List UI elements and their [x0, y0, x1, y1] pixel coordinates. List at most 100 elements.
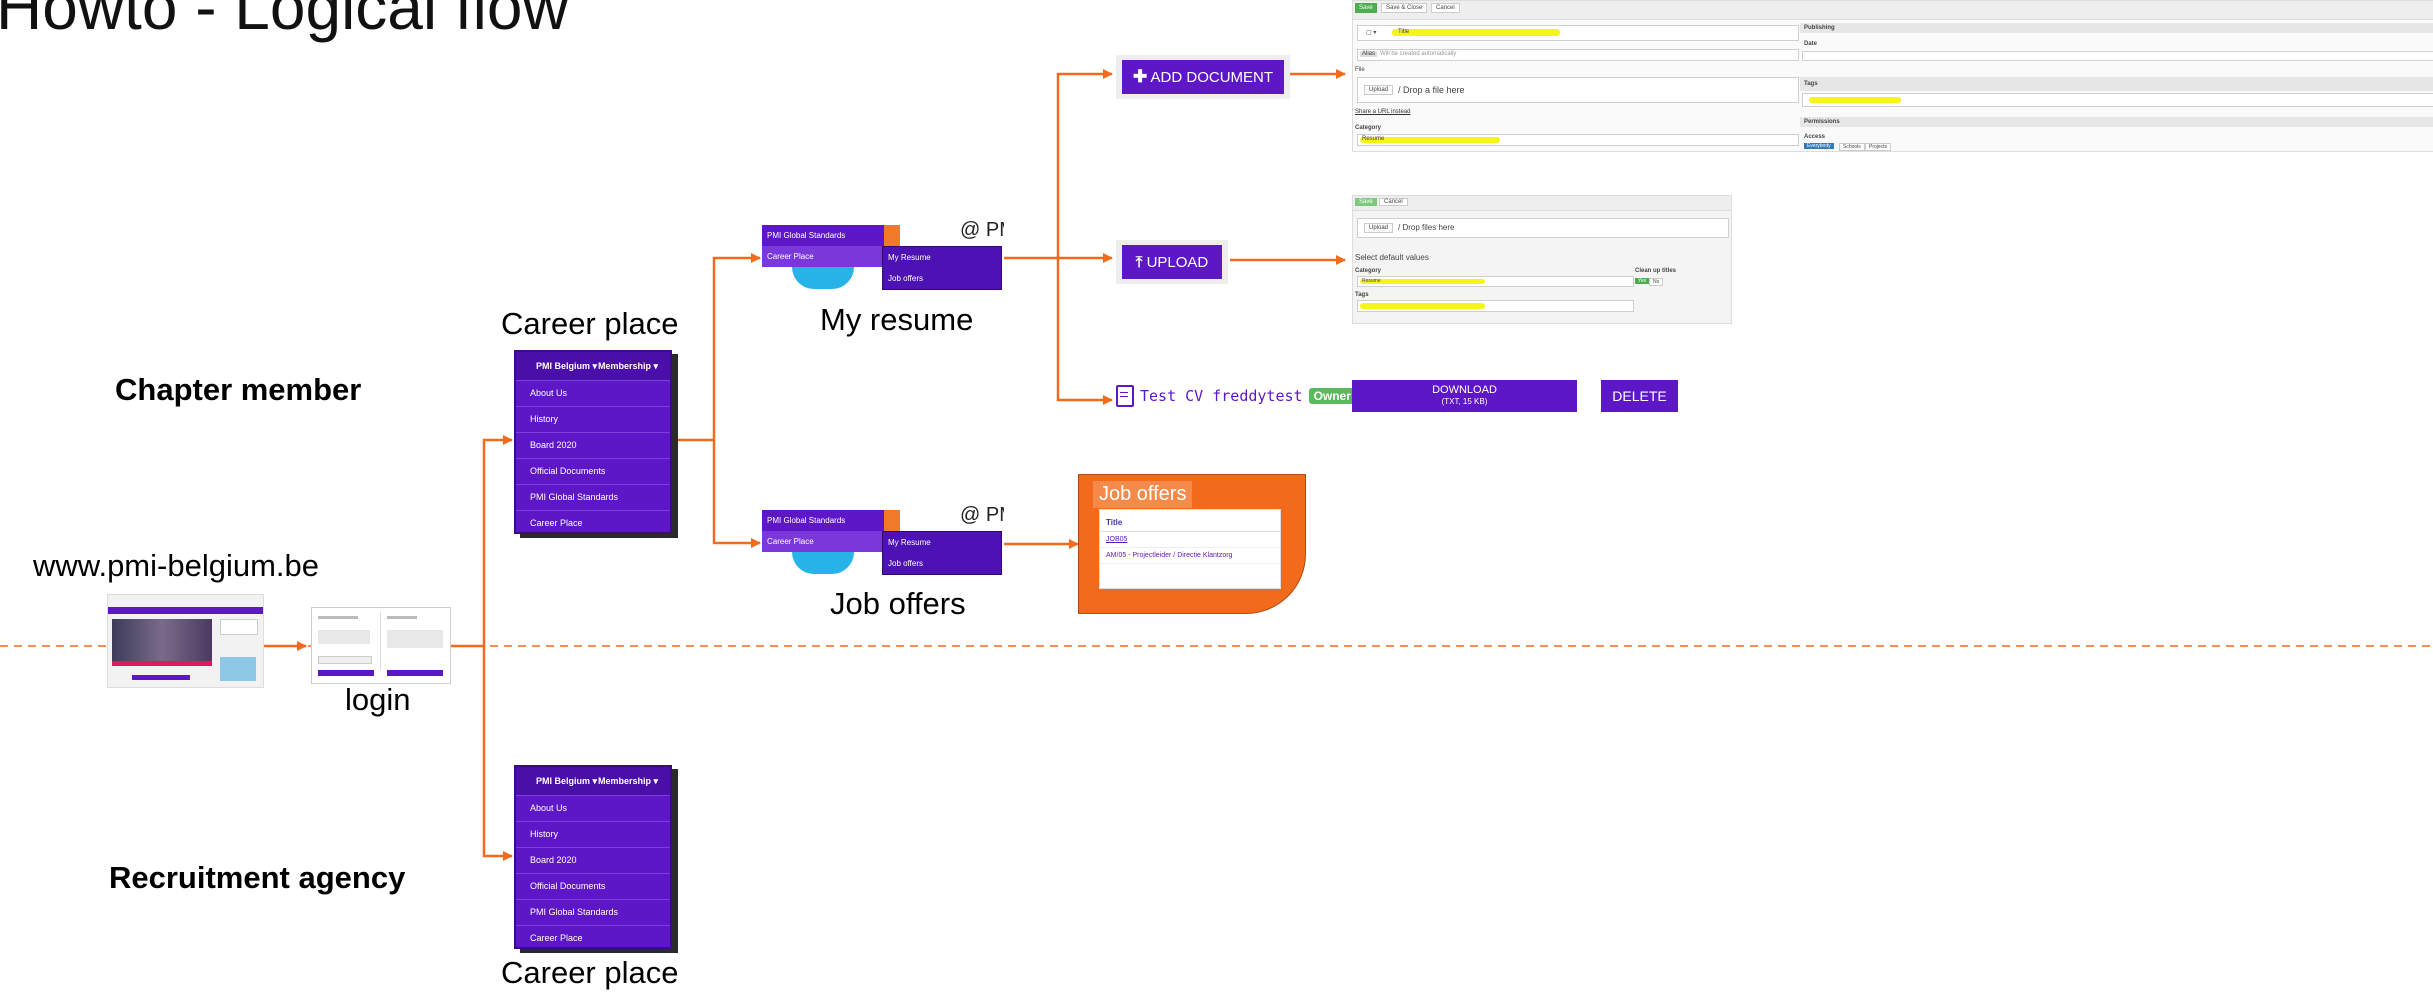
job-offer-row[interactable]: AM/05 - Projectleider / Directie Klantzo…	[1100, 548, 1280, 564]
role-recruitment-agency: Recruitment agency	[109, 860, 406, 895]
upload-wrap: ⤒ UPLOAD	[1116, 240, 1228, 284]
submenu-global-standards[interactable]: PMI Global Standards	[762, 510, 884, 531]
submenu-my-resume-item[interactable]: My Resume	[883, 532, 1001, 553]
cancel-button[interactable]: Cancel	[1431, 3, 1460, 13]
date-field[interactable]	[1802, 51, 2433, 61]
cleanup-yes[interactable]: Yes	[1635, 278, 1650, 284]
alias-placeholder: Will be created automatically	[1380, 51, 1457, 57]
nav-item-history[interactable]: History	[516, 406, 670, 432]
submenu-career-place[interactable]: Career Place	[762, 531, 884, 552]
nav-item-official-documents[interactable]: Official Documents	[516, 873, 670, 899]
save-button[interactable]: Save	[1355, 3, 1377, 13]
upload-label: UPLOAD	[1146, 253, 1209, 271]
nav-item-official-documents[interactable]: Official Documents	[516, 458, 670, 484]
owner-badge: Owner	[1308, 388, 1356, 404]
file-label: File	[1355, 67, 1365, 73]
file-link[interactable]: Test CV freddytest	[1140, 387, 1303, 405]
website-thumbnail	[107, 594, 264, 688]
nav-item-board[interactable]: Board 2020	[516, 847, 670, 873]
form-toolbar	[1353, 1, 2433, 20]
upload-file-button[interactable]: Upload	[1364, 85, 1394, 95]
plus-icon: ✚	[1132, 67, 1148, 86]
document-icon	[1116, 385, 1134, 407]
upload-category-value: Resume	[1362, 278, 1381, 284]
submenu-job-offers: @ PM PMI Global Standards Career Place M…	[762, 504, 1008, 580]
upload-files-button[interactable]: Upload	[1364, 223, 1394, 233]
nav-item-career-place[interactable]: Career Place	[516, 925, 670, 951]
arrow-resume-to-add	[1004, 69, 1113, 260]
nav-item-about[interactable]: About Us	[516, 795, 670, 821]
cleanup-no[interactable]: No	[1649, 278, 1664, 286]
my-resume-label: My resume	[820, 302, 974, 337]
upload-drop-text: / Drop files here	[1398, 223, 1455, 232]
submenu-my-resume: @ PM PMI Global Standards Career Place M…	[762, 219, 1008, 295]
upload-category-select[interactable]: Resume	[1357, 276, 1634, 287]
at-pm-label: @ PM	[960, 219, 1004, 241]
job-offers-title: Job offers	[1093, 481, 1193, 508]
file-dropzone[interactable]: Upload / Drop a file here	[1357, 77, 1799, 103]
upload-cancel-button[interactable]: Cancel	[1379, 198, 1408, 206]
category-select[interactable]: Resume	[1357, 134, 1799, 146]
access-projects[interactable]: Projects	[1865, 143, 1892, 151]
nav-item-history[interactable]: History	[516, 821, 670, 847]
submenu-job-offers-item[interactable]: Job offers	[883, 553, 1001, 574]
submenu-career-place[interactable]: Career Place	[762, 246, 884, 267]
title-field[interactable]: ▢ ▾ Title	[1357, 25, 1799, 41]
nav-membership[interactable]: Membership	[598, 361, 651, 371]
login-thumbnail	[311, 607, 451, 684]
cleanup-label: Clean up titles	[1635, 268, 1677, 274]
access-schools[interactable]: Schools	[1839, 143, 1865, 151]
nav-item-global-standards[interactable]: PMI Global Standards	[516, 899, 670, 925]
nav-brand[interactable]: PMI Belgium	[536, 361, 590, 371]
upload-button[interactable]: ⤒ UPLOAD	[1122, 245, 1222, 279]
category-value: Resume	[1362, 136, 1385, 142]
submenu-my-resume-item[interactable]: My Resume	[883, 247, 1001, 268]
submenu-global-standards[interactable]: PMI Global Standards	[762, 225, 884, 246]
upload-category-label: Category	[1355, 268, 1382, 274]
nav-brand[interactable]: PMI Belgium	[536, 776, 590, 786]
drop-text: / Drop a file here	[1398, 85, 1465, 95]
add-document-form: Save Save & Close Cancel ▢ ▾ Title Alias…	[1352, 0, 2433, 152]
add-document-wrap: ✚ ADD DOCUMENT	[1116, 55, 1290, 99]
career-place-bottom-label: Career place	[501, 955, 679, 990]
publishing-header: Publishing	[1804, 25, 1835, 31]
alias-field[interactable]: Alias Will be created automatically	[1357, 49, 1799, 61]
access-everybody[interactable]: Everybody	[1804, 143, 1834, 149]
upload-icon: ⤒	[1135, 253, 1143, 271]
upload-dropzone[interactable]: Upload / Drop files here	[1357, 218, 1729, 238]
add-document-button[interactable]: ✚ ADD DOCUMENT	[1122, 60, 1284, 94]
arrow-login-to-career-top	[449, 435, 513, 648]
arrow-career-to-resume	[668, 253, 761, 442]
save-close-button[interactable]: Save & Close	[1381, 3, 1428, 13]
delete-button[interactable]: DELETE	[1601, 380, 1678, 412]
tags-field[interactable]	[1802, 93, 2433, 107]
category-label: Category	[1355, 125, 1382, 131]
submenu-job-offers-item[interactable]: Job offers	[883, 268, 1001, 289]
share-url-link[interactable]: Share a URL instead	[1355, 109, 1410, 115]
file-type-icon: ▢ ▾	[1366, 30, 1377, 36]
job-offer-row[interactable]: JOB05	[1100, 532, 1280, 548]
nav-menu-bottom: PMI Belgium ▾ Membership ▾ About Us Hist…	[514, 765, 672, 949]
arrow-login-to-career-bottom	[482, 646, 513, 861]
download-size: (TXT, 15 KB)	[1441, 397, 1488, 406]
access-label: Access	[1804, 134, 1826, 140]
nav-membership[interactable]: Membership	[598, 776, 651, 786]
career-place-top-label: Career place	[501, 306, 679, 341]
download-button[interactable]: DOWNLOAD (TXT, 15 KB)	[1352, 380, 1577, 412]
upload-save-button[interactable]: Save	[1355, 198, 1377, 206]
date-label: Date	[1804, 41, 1818, 47]
nav-item-career-place[interactable]: Career Place	[516, 510, 670, 536]
job-offers-panel: Job offers Title JOB05 AM/05 - Projectle…	[1078, 474, 1306, 614]
title-value: Title	[1398, 29, 1410, 35]
arrow-resume-to-file	[1056, 258, 1113, 405]
default-values-header: Select default values	[1355, 253, 1429, 262]
nav-item-board[interactable]: Board 2020	[516, 432, 670, 458]
job-offers-column-title: Title	[1100, 510, 1280, 532]
nav-item-about[interactable]: About Us	[516, 380, 670, 406]
upload-tags-field[interactable]	[1357, 300, 1634, 312]
nav-item-global-standards[interactable]: PMI Global Standards	[516, 484, 670, 510]
website-url: www.pmi-belgium.be	[33, 548, 319, 583]
nav-bar: PMI Belgium ▾ Membership ▾	[516, 767, 670, 795]
upload-form: Save Cancel Upload / Drop files here Sel…	[1352, 195, 1732, 324]
nav-menu-top: PMI Belgium ▾ Membership ▾ About Us Hist…	[514, 350, 672, 534]
